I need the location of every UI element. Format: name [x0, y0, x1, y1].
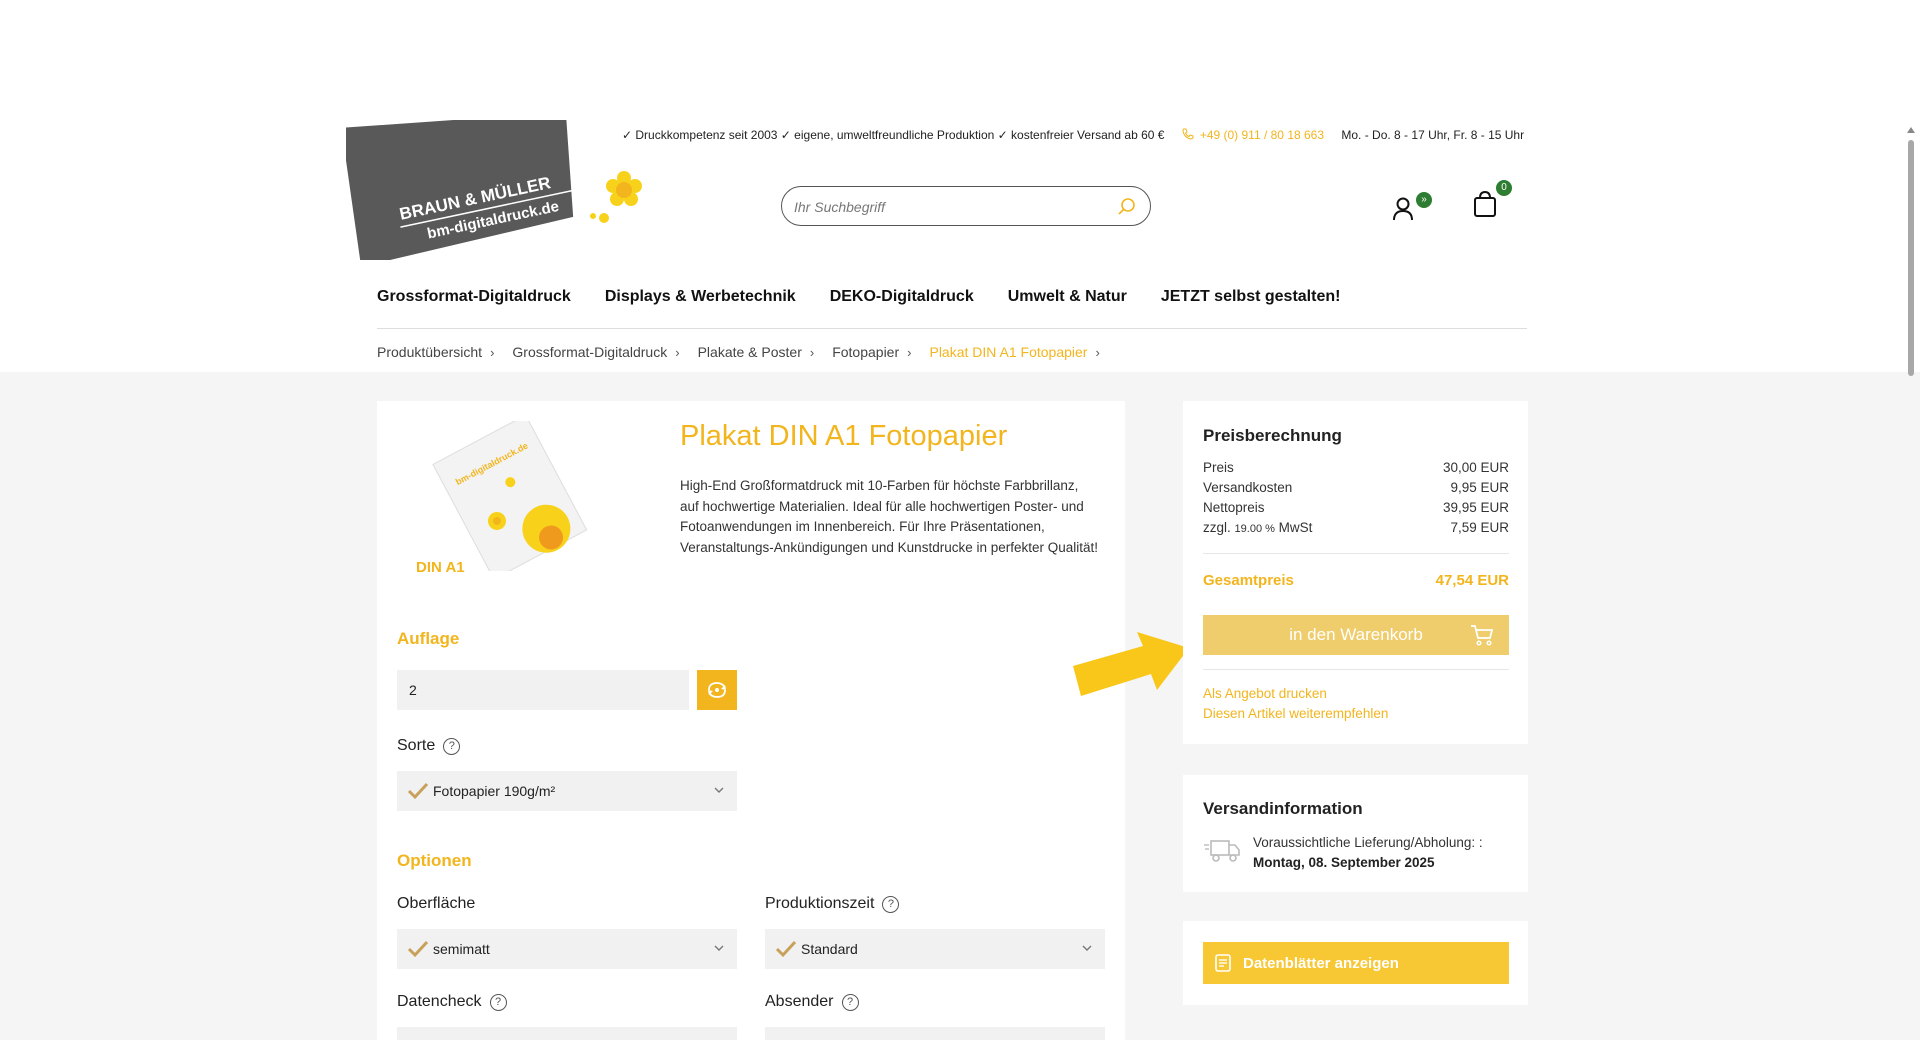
add-to-cart-button[interactable]: in den Warenkorb [1203, 615, 1509, 655]
refresh-icon [708, 682, 726, 698]
breadcrumb: Produktübersicht › Grossformat-Digitaldru… [377, 344, 1118, 360]
cart-count-badge: 0 [1496, 180, 1512, 196]
chevron-right-icon: › [907, 344, 912, 360]
help-icon[interactable]: ? [443, 737, 461, 755]
check-icon [407, 940, 429, 958]
print-offer-link[interactable]: Als Angebot drucken [1203, 686, 1327, 701]
nav-item-deko[interactable]: DEKO-Digitaldruck [830, 288, 974, 306]
oberflaeche-select[interactable]: semimatt [397, 929, 737, 969]
refresh-button[interactable] [697, 670, 737, 710]
price-row-preis: Preis 30,00 EUR [1203, 460, 1509, 475]
phone-icon [1182, 128, 1194, 140]
cart-button[interactable]: 0 [1470, 180, 1514, 220]
nav-item-umwelt[interactable]: Umwelt & Natur [1008, 288, 1127, 306]
help-icon[interactable]: ? [882, 895, 900, 913]
main-navigation: Grossformat-Digitaldruck Displays & Werb… [377, 288, 1340, 306]
search-input[interactable] [794, 196, 1094, 218]
breadcrumb-item[interactable]: Grossformat-Digitaldruck [512, 344, 667, 360]
check-icon [407, 782, 429, 800]
oberflaeche-label: Oberfläche [397, 895, 476, 912]
info-bar: ✓ Druckkompetenz seit 2003 ✓ eigene, umw… [622, 128, 1524, 142]
shipping-date: Montag, 08. September 2025 [1253, 855, 1435, 870]
chevron-right-icon: › [809, 344, 815, 360]
breadcrumb-item[interactable]: Produktübersicht [377, 344, 482, 360]
sorte-select[interactable]: Fotopapier 190g/m² [397, 771, 737, 811]
tagline: ✓ Druckkompetenz seit 2003 ✓ eigene, umw… [622, 128, 1165, 142]
show-datasheets-button[interactable]: Datenblätter anzeigen [1203, 942, 1509, 984]
shopping-cart-icon [1471, 625, 1494, 646]
datencheck-label: Datencheck ? [397, 993, 507, 1011]
document-icon [1215, 954, 1231, 972]
small-flower-icon [590, 213, 609, 223]
account-badge: » [1416, 192, 1432, 208]
price-title: Preisberechnung [1203, 426, 1342, 445]
check-icon [775, 940, 797, 958]
format-label: DIN A1 [416, 559, 465, 576]
nav-item-gestalten[interactable]: JETZT selbst gestalten! [1161, 288, 1341, 306]
product-card: bm-digitaldruck.de DIN A1 Plakat DIN A1 … [377, 401, 1125, 1040]
scrollbar-thumb[interactable] [1908, 140, 1914, 376]
nav-item-displays[interactable]: Displays & Werbetechnik [605, 288, 796, 306]
phone-link[interactable]: +49 (0) 911 / 80 18 663 [1182, 128, 1328, 142]
account-button[interactable]: » [1392, 192, 1432, 222]
nav-item-grossformat[interactable]: Grossformat-Digitaldruck [377, 288, 571, 306]
chevron-down-icon [714, 945, 724, 951]
produktionszeit-label: Produktionszeit ? [765, 895, 900, 913]
price-divider [1203, 553, 1509, 554]
absender-select[interactable] [765, 1027, 1105, 1040]
auflage-title: Auflage [397, 629, 460, 648]
quantity-input[interactable] [397, 670, 689, 710]
absender-label: Absender ? [765, 993, 859, 1011]
price-row-versand: Versandkosten 9,95 EUR [1203, 480, 1509, 495]
breadcrumb-item[interactable]: Fotopapier [832, 344, 899, 360]
scroll-up-arrow-icon [1907, 127, 1915, 133]
optionen-title: Optionen [397, 851, 472, 870]
page-scrollbar[interactable] [1906, 126, 1916, 1040]
truck-icon [1204, 840, 1240, 862]
search-icon[interactable] [1116, 196, 1138, 218]
help-icon[interactable]: ? [841, 993, 859, 1011]
user-icon [1393, 197, 1413, 221]
product-image: bm-digitaldruck.de [432, 421, 588, 571]
brand-logo[interactable]: BRAUN & MÜLLER bm-digitaldruck.de [341, 112, 646, 267]
opening-hours: Mo. - Do. 8 - 17 Uhr, Fr. 8 - 15 Uhr [1341, 128, 1525, 142]
datencheck-select[interactable] [397, 1027, 737, 1040]
chevron-down-icon [714, 787, 724, 793]
shipping-info-card: Versandinformation Voraussichtliche Lief… [1183, 775, 1528, 892]
chevron-right-icon: › [675, 344, 680, 360]
price-calculation-card: Preisberechnung Preis 30,00 EUR Versandko… [1183, 401, 1528, 744]
arrow-pointer-icon [1073, 632, 1189, 696]
search-box[interactable] [781, 186, 1151, 226]
datasheet-card: Datenblätter anzeigen [1183, 921, 1528, 1005]
sorte-label: Sorte ? [397, 737, 461, 755]
flower-icon [606, 171, 642, 206]
produktionszeit-select[interactable]: Standard [765, 929, 1105, 969]
shipping-title: Versandinformation [1203, 799, 1363, 818]
recommend-link[interactable]: Diesen Artikel weiterempfehlen [1203, 706, 1388, 721]
price-row-netto: Nettopreis 39,95 EUR [1203, 500, 1509, 515]
breadcrumb-item[interactable]: Plakate & Poster [698, 344, 802, 360]
shopping-bag-icon [1474, 190, 1496, 217]
help-icon[interactable]: ? [489, 993, 507, 1011]
total-price: Gesamtpreis 47,54 EUR [1203, 572, 1509, 589]
nav-divider [377, 328, 1527, 329]
shipping-text: Voraussichtliche Lieferung/Abholung: : M… [1253, 833, 1483, 873]
chevron-right-icon: › [1095, 344, 1100, 360]
product-description: High-End Großformatdruck mit 10-Farben f… [680, 478, 1099, 555]
breadcrumb-current[interactable]: Plakat DIN A1 Fotopapier [929, 344, 1087, 360]
chevron-right-icon: › [490, 344, 495, 360]
chevron-down-icon [1082, 945, 1092, 951]
product-title: Plakat DIN A1 Fotopapier [680, 420, 1008, 452]
price-row-vat: zzgl. 19.00 % MwSt 7,59 EUR [1203, 520, 1509, 535]
price-divider [1203, 669, 1509, 670]
